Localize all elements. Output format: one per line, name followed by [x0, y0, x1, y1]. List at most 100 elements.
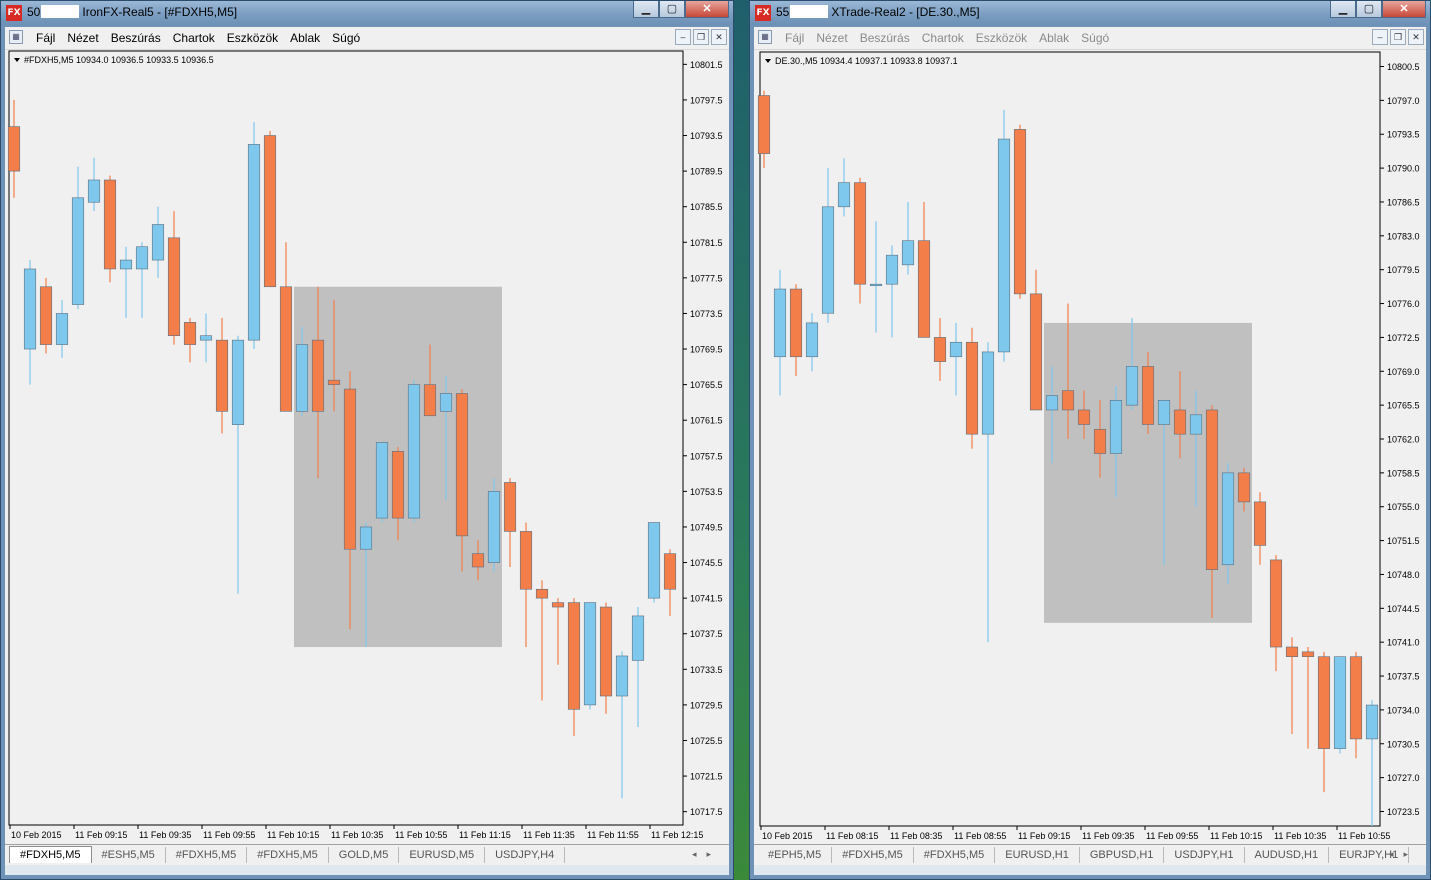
chart-tab[interactable]: EURUSD,M5 [399, 847, 486, 863]
x-tick-label: 10 Feb 2015 [762, 831, 813, 841]
y-tick-label: 10727.0 [1387, 773, 1420, 783]
y-tick-label: 10717.5 [690, 807, 723, 817]
candle [39, 277, 53, 354]
candle-body [167, 237, 181, 336]
chart-tab[interactable]: GBPUSD,H1 [1080, 847, 1165, 863]
menu-item-3[interactable]: Chartok [919, 31, 973, 45]
candle-body [7, 126, 21, 172]
y-tick-label: 10733.5 [690, 665, 723, 675]
menu-item-3[interactable]: Chartok [170, 31, 224, 45]
menu-item-2[interactable]: Beszúrás [108, 31, 170, 45]
x-tick-label: 11 Feb 11:15 [459, 830, 511, 840]
menu-item-0[interactable]: Fájl [33, 31, 64, 45]
menu-item-1[interactable]: Nézet [813, 31, 856, 45]
x-tick-label: 11 Feb 08:55 [954, 831, 1006, 841]
minimize-button[interactable]: ▁ [633, 1, 659, 18]
chart-tab[interactable]: USDJPY,H4 [485, 847, 566, 863]
chart-tab[interactable]: #FDXH5,M5 [914, 847, 996, 863]
chart-window-icon[interactable]: ▦ [758, 30, 772, 44]
candle-body [407, 384, 421, 519]
candle-body [997, 138, 1011, 353]
right-terminal-window: FX 55 XTrade-Real2 - [DE.30.,M5] ▁ ▢ ✕ ▦ … [749, 0, 1431, 880]
chart-tab[interactable]: #FDXH5,M5 [247, 847, 329, 863]
tab-scroll-arrows[interactable]: ◂▸ [692, 849, 721, 860]
fx-app-icon: FX [6, 5, 22, 21]
y-tick-label: 10797.5 [690, 95, 723, 105]
candle-body [869, 283, 883, 286]
candle-body [151, 224, 165, 261]
x-tick-label: 11 Feb 09:55 [203, 830, 255, 840]
candle [263, 131, 277, 288]
candle-body [1221, 472, 1235, 566]
candle-body [279, 286, 293, 412]
menu-item-6[interactable]: Súgó [329, 31, 369, 45]
mdi-minimize-button[interactable]: – [1372, 29, 1388, 45]
left-candlestick-chart[interactable]: 10801.5 10797.5 10793.5 10789.5 10785.5 10781… [5, 50, 731, 844]
candle-body [327, 379, 341, 385]
menu-item-4[interactable]: Eszközök [973, 31, 1036, 45]
left-title-bar[interactable]: FX 50 IronFX-Real5 - [#FDXH5,M5] ▁ ▢ ✕ [1, 1, 733, 25]
mdi-minimize-button[interactable]: – [675, 29, 691, 45]
menu-item-1[interactable]: Nézet [64, 31, 107, 45]
chart-tab[interactable]: #FDXH5,M5 [9, 846, 92, 863]
menu-item-2[interactable]: Beszúrás [857, 31, 919, 45]
menu-item-4[interactable]: Eszközök [224, 31, 287, 45]
mdi-close-button[interactable]: ✕ [1408, 29, 1424, 45]
chart-tab[interactable]: #FDXH5,M5 [832, 847, 914, 863]
y-tick-label: 10765.5 [690, 380, 723, 390]
candle [1333, 656, 1347, 754]
candle [103, 175, 117, 283]
chart-tab[interactable]: #EPH5,M5 [758, 847, 833, 863]
x-tick-label: 11 Feb 08:35 [890, 831, 942, 841]
chart-tab[interactable]: AUDUSD,H1 [1245, 847, 1330, 863]
y-tick-label: 10755.0 [1387, 502, 1420, 512]
right-title-bar[interactable]: FX 55 XTrade-Real2 - [DE.30.,M5] ▁ ▢ ✕ [750, 1, 1430, 25]
chart-tab[interactable]: #FDXH5,M5 [166, 847, 248, 863]
candle-body [853, 182, 867, 285]
menu-item-0[interactable]: Fájl [782, 31, 813, 45]
chart-tab[interactable]: #ESH5,M5 [92, 847, 166, 863]
candle-body [1269, 559, 1283, 648]
chart-window-icon[interactable]: ▦ [9, 30, 23, 44]
right-candlestick-chart[interactable]: 10800.5 10797.0 10793.5 10790.0 10786.5 10783… [754, 50, 1428, 844]
left-chart-area[interactable]: 10801.5 10797.5 10793.5 10789.5 10785.5 10781… [5, 50, 729, 871]
chart-ohlc-header: DE.30.,M5 10934.4 10937.1 10933.8 10937.… [775, 56, 958, 66]
candle-body [375, 442, 389, 519]
x-tick-label: 11 Feb 10:35 [1274, 831, 1326, 841]
menu-item-5[interactable]: Ablak [287, 31, 329, 45]
y-tick-label: 10745.5 [690, 558, 723, 568]
maximize-button[interactable]: ▢ [1356, 1, 1382, 18]
menu-item-5[interactable]: Ablak [1036, 31, 1078, 45]
candle-body [1205, 409, 1219, 570]
chart-tab[interactable]: USDJPY,H1 [1164, 847, 1245, 863]
candle-body [215, 339, 229, 412]
candle-body [343, 388, 357, 550]
x-tick-label: 11 Feb 10:35 [331, 830, 383, 840]
chart-tab[interactable]: GOLD,M5 [329, 847, 400, 863]
mdi-restore-button[interactable]: ❐ [693, 29, 709, 45]
right-chart-area[interactable]: 10800.5 10797.0 10793.5 10790.0 10786.5 10783… [754, 50, 1426, 871]
candle-body [1253, 501, 1267, 546]
y-tick-label: 10769.0 [1387, 367, 1420, 377]
y-tick-label: 10730.5 [1387, 739, 1420, 749]
chart-tab[interactable]: EURUSD,H1 [995, 847, 1080, 863]
right-menu-bar: ▦ Fájl Nézet Beszúrás Chartok Eszközök Ablak S… [754, 27, 1426, 50]
candle-body [1061, 390, 1075, 411]
candle-body [311, 339, 325, 412]
close-button[interactable]: ✕ [1382, 1, 1426, 18]
fx-app-icon: FX [755, 5, 771, 21]
mdi-close-button[interactable]: ✕ [711, 29, 727, 45]
tab-scroll-arrows[interactable]: ◂▸ [1389, 849, 1418, 860]
y-tick-label: 10785.5 [690, 202, 723, 212]
left-terminal-window: FX 50 IronFX-Real5 - [#FDXH5,M5] ▁ ▢ ✕ ▦ … [0, 0, 734, 880]
candle-body [39, 286, 53, 345]
candle [247, 122, 261, 350]
candle-body [837, 182, 851, 208]
mdi-restore-button[interactable]: ❐ [1390, 29, 1406, 45]
menu-item-6[interactable]: Súgó [1078, 31, 1118, 45]
x-tick-label: 11 Feb 09:55 [1146, 831, 1198, 841]
close-button[interactable]: ✕ [685, 1, 729, 18]
maximize-button[interactable]: ▢ [659, 1, 685, 18]
minimize-button[interactable]: ▁ [1330, 1, 1356, 18]
candle-body [599, 606, 613, 697]
